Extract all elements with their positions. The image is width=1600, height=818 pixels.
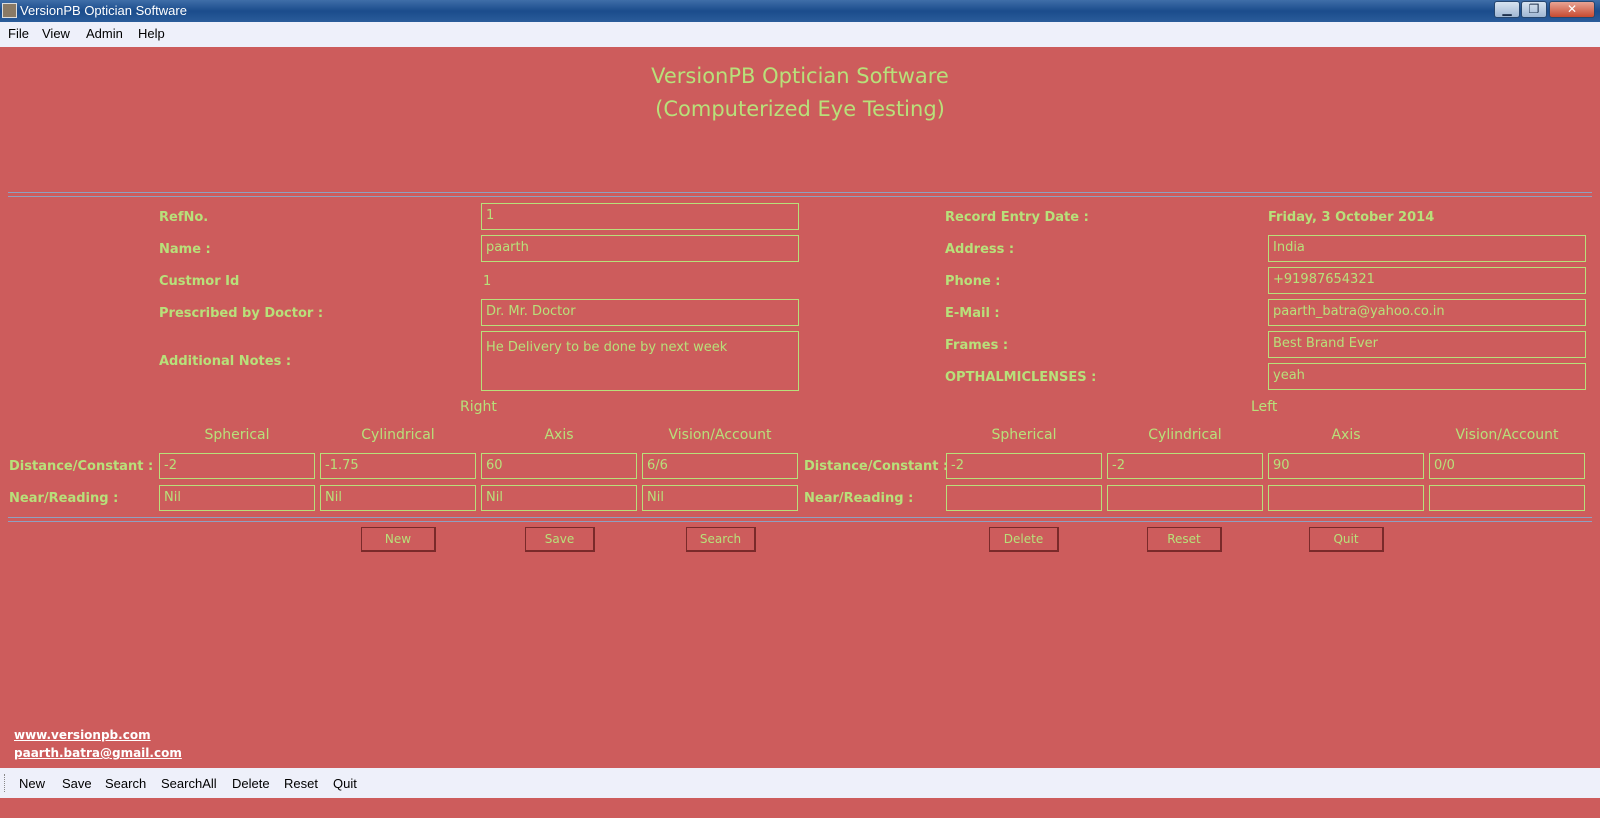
right-near-cylindrical[interactable]: Nil	[320, 485, 476, 511]
reset-button[interactable]: Reset	[1147, 527, 1222, 552]
close-button[interactable]: ✕	[1549, 1, 1595, 18]
refno-label: RefNo.	[159, 210, 209, 225]
right-col-vision: Vision/Account	[668, 427, 772, 443]
doctor-label: Prescribed by Doctor :	[159, 306, 324, 321]
email-label: E-Mail :	[945, 306, 1000, 321]
right-near-spherical[interactable]: Nil	[159, 485, 315, 511]
menu-file[interactable]: File	[8, 26, 29, 41]
left-col-spherical: Spherical	[991, 427, 1057, 443]
divider-top-2	[8, 196, 1592, 197]
bottom-toolbar: New Save Search SearchAll Delete Reset Q…	[0, 768, 1600, 798]
frames-field[interactable]: Best Brand Ever	[1268, 331, 1586, 358]
divider-bottom	[8, 517, 1592, 518]
left-near-spherical[interactable]	[946, 485, 1102, 511]
left-distance-vision[interactable]: 0/0	[1429, 453, 1585, 479]
search-button[interactable]: Search	[686, 527, 756, 552]
name-label: Name :	[159, 242, 211, 257]
notes-textarea[interactable]: He Delivery to be done by next week	[481, 331, 799, 391]
right-distance-cylindrical[interactable]: -1.75	[320, 453, 476, 479]
save-button[interactable]: Save	[525, 527, 595, 552]
menu-view[interactable]: View	[42, 26, 70, 41]
menu-bar: File View Admin Help	[0, 22, 1600, 47]
right-distance-vision[interactable]: 6/6	[642, 453, 798, 479]
right-col-cylindrical: Cylindrical	[361, 427, 435, 443]
left-distance-label: Distance/Constant :	[804, 459, 949, 474]
right-distance-spherical[interactable]: -2	[159, 453, 315, 479]
doctor-field[interactable]: Dr. Mr. Doctor	[481, 299, 799, 326]
lenses-field[interactable]: yeah	[1268, 363, 1586, 390]
window-titlebar: VersionPB Optician Software ▁ ❐ ✕	[0, 0, 1600, 22]
window-title: VersionPB Optician Software	[20, 3, 187, 18]
left-near-label: Near/Reading :	[804, 491, 914, 506]
maximize-button[interactable]: ❐	[1521, 1, 1547, 18]
left-eye-title: Left	[1251, 399, 1278, 415]
notes-label: Additional Notes :	[159, 354, 292, 369]
customer-id-label: Custmor Id	[159, 274, 240, 289]
left-col-axis: Axis	[1331, 427, 1361, 443]
toolbar-save[interactable]: Save	[62, 776, 92, 791]
menu-admin[interactable]: Admin	[86, 26, 123, 41]
toolbar-grip-icon	[4, 774, 7, 792]
date-label: Record Entry Date :	[945, 210, 1089, 225]
left-near-vision[interactable]	[1429, 485, 1585, 511]
delete-button[interactable]: Delete	[989, 527, 1059, 552]
toolbar-searchall[interactable]: SearchAll	[161, 776, 217, 791]
right-near-vision[interactable]: Nil	[642, 485, 798, 511]
phone-field[interactable]: +91987654321	[1268, 267, 1586, 294]
left-distance-cylindrical[interactable]: -2	[1107, 453, 1263, 479]
right-near-label: Near/Reading :	[9, 491, 119, 506]
email-link[interactable]: paarth.batra@gmail.com	[14, 746, 182, 760]
address-field[interactable]: India	[1268, 235, 1586, 262]
right-distance-label: Distance/Constant :	[9, 459, 154, 474]
lenses-label: OPTHALMICLENSES :	[945, 370, 1097, 385]
website-link[interactable]: www.versionpb.com	[14, 728, 151, 742]
right-eye-title: Right	[460, 399, 497, 415]
name-field[interactable]: paarth	[481, 235, 799, 262]
toolbar-search[interactable]: Search	[105, 776, 146, 791]
left-near-cylindrical[interactable]	[1107, 485, 1263, 511]
toolbar-new[interactable]: New	[19, 776, 45, 791]
page-title: VersionPB Optician Software (Computerize…	[651, 64, 949, 121]
refno-field[interactable]: 1	[481, 203, 799, 230]
left-distance-axis[interactable]: 90	[1268, 453, 1424, 479]
toolbar-quit[interactable]: Quit	[333, 776, 357, 791]
divider-bottom-2	[8, 521, 1592, 522]
toolbar-reset[interactable]: Reset	[284, 776, 318, 791]
minimize-button[interactable]: ▁	[1494, 1, 1520, 18]
left-near-axis[interactable]	[1268, 485, 1424, 511]
right-col-spherical: Spherical	[204, 427, 270, 443]
left-col-cylindrical: Cylindrical	[1148, 427, 1222, 443]
right-col-axis: Axis	[544, 427, 574, 443]
toolbar-delete[interactable]: Delete	[232, 776, 270, 791]
phone-label: Phone :	[945, 274, 1001, 289]
date-value: Friday, 3 October 2014	[1268, 210, 1435, 225]
new-button[interactable]: New	[361, 527, 436, 552]
left-col-vision: Vision/Account	[1455, 427, 1559, 443]
quit-button[interactable]: Quit	[1309, 527, 1384, 552]
email-field[interactable]: paarth_batra@yahoo.co.in	[1268, 299, 1586, 326]
right-distance-axis[interactable]: 60	[481, 453, 637, 479]
address-label: Address :	[945, 242, 1015, 257]
frames-label: Frames :	[945, 338, 1009, 353]
app-icon	[2, 3, 17, 18]
customer-id-value: 1	[483, 274, 492, 289]
menu-help[interactable]: Help	[138, 26, 165, 41]
left-distance-spherical[interactable]: -2	[946, 453, 1102, 479]
divider-top	[8, 192, 1592, 193]
right-near-axis[interactable]: Nil	[481, 485, 637, 511]
